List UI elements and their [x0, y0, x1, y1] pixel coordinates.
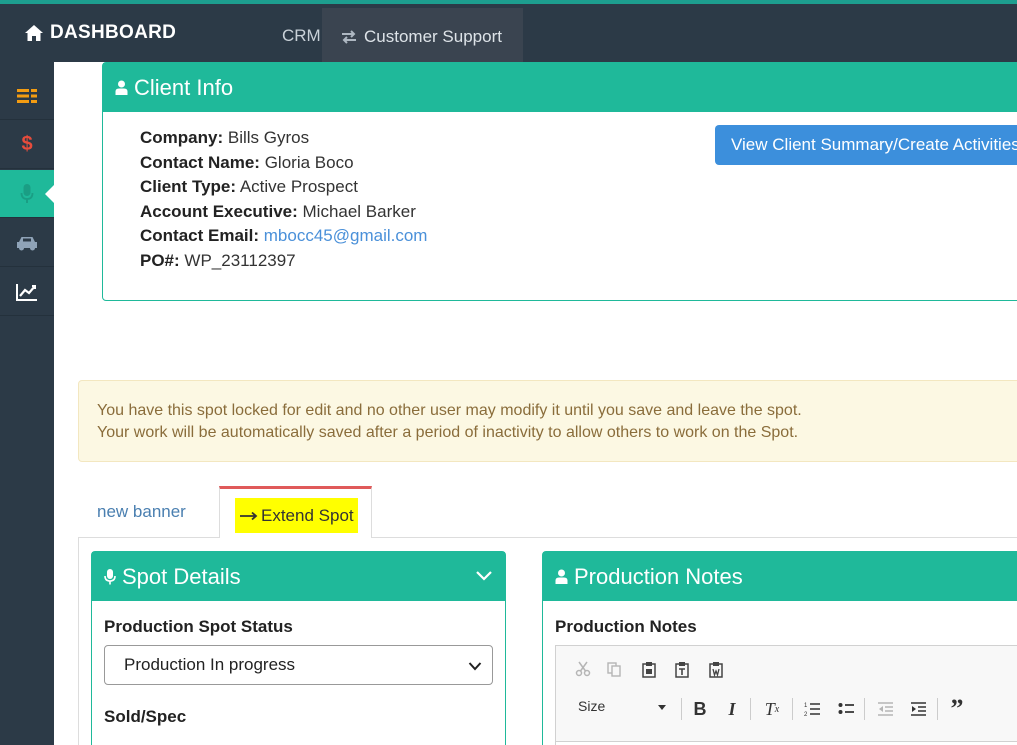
long-arrow-right-icon [240, 511, 258, 520]
sidebar: $ [0, 62, 55, 745]
production-spot-status-label: Production Spot Status [104, 617, 293, 636]
nav-crm[interactable]: CRM [282, 26, 321, 46]
remove-format-icon[interactable]: Tx [761, 698, 783, 720]
client-type-label: Client Type: [140, 177, 237, 197]
dashboard-link[interactable]: DASHBOARD [24, 22, 176, 44]
tab-extend-spot-label: Extend Spot [261, 505, 354, 525]
client-type-value: Active Prospect [239, 177, 358, 197]
account-executive-row: Account Executive: Michael Barker [140, 200, 427, 225]
user-icon [115, 80, 128, 95]
copy-icon[interactable] [603, 658, 625, 680]
po-label: PO#: [140, 250, 180, 270]
top-navbar: DASHBOARD CRM Customer Support [0, 0, 1017, 66]
contact-name-row: Contact Name: Gloria Boco [140, 151, 427, 176]
svg-text:2: 2 [804, 712, 808, 717]
dollar-icon: $ [21, 133, 33, 155]
toolbar-separator [937, 698, 938, 720]
tab-content-border [78, 537, 79, 745]
po-value: WP_23112397 [184, 250, 296, 270]
spot-lock-alert: You have this spot locked for edit and n… [78, 380, 1017, 462]
increase-indent-icon[interactable] [907, 698, 929, 720]
paste-icon[interactable] [638, 658, 660, 680]
svg-text:1: 1 [804, 703, 808, 709]
company-row: Company: Bills Gyros [140, 126, 427, 151]
spot-details-header[interactable]: Spot Details [92, 552, 505, 601]
microphone-icon [104, 568, 116, 584]
sidebar-item-vehicles[interactable] [0, 219, 54, 267]
client-info-title: Client Info [134, 74, 234, 100]
client-info-header: Client Info [103, 63, 1017, 112]
sidebar-item-billing[interactable]: $ [0, 121, 54, 169]
nav-customer-support-label: Customer Support [364, 27, 502, 46]
toolbar-separator [792, 698, 793, 720]
font-size-combo[interactable]: Size [578, 698, 670, 720]
toolbar-separator [864, 698, 865, 720]
bulleted-list-icon[interactable] [835, 698, 857, 720]
nav-customer-support[interactable]: Customer Support [322, 8, 523, 66]
chevron-down-icon[interactable] [475, 567, 493, 585]
toolbar-separator [681, 698, 682, 720]
brand-label: DASHBOARD [50, 22, 177, 43]
decrease-indent-icon[interactable] [874, 698, 896, 720]
production-notes-title: Production Notes [574, 563, 743, 589]
car-icon [17, 236, 37, 250]
exchange-arrows-icon [342, 30, 356, 44]
font-size-label: Size [578, 698, 606, 714]
tab-new-banner[interactable]: new banner [97, 502, 186, 522]
company-label: Company: [140, 128, 224, 147]
italic-icon[interactable]: I [721, 698, 743, 720]
contact-name-value: Gloria Boco [264, 152, 354, 172]
contact-email-label: Contact Email: [140, 226, 260, 246]
blockquote-icon[interactable]: ” [946, 694, 968, 723]
paste-text-icon[interactable] [671, 658, 693, 680]
sidebar-item-reports[interactable] [0, 268, 54, 316]
account-executive-value: Michael Barker [302, 201, 416, 221]
client-details: Company: Bills Gyros Contact Name: Glori… [140, 126, 427, 274]
list-icon [17, 88, 37, 103]
contact-email-row: Contact Email: mbocc45@gmail.com [140, 224, 427, 249]
production-spot-status-select[interactable]: Production In progress [104, 645, 493, 685]
caret-down-icon [658, 705, 666, 710]
sold-spec-label: Sold/Spec [104, 707, 187, 726]
sidebar-item-list[interactable] [0, 72, 54, 120]
client-type-row: Client Type: Active Prospect [140, 175, 427, 200]
contact-name-label: Contact Name: [140, 152, 260, 172]
user-icon [555, 569, 568, 584]
company-value: Bills Gyros [227, 128, 310, 147]
production-spot-status-value: Production In progress [124, 655, 296, 674]
numbered-list-icon[interactable]: 12 [801, 698, 823, 720]
sidebar-item-production[interactable] [0, 170, 55, 218]
spot-details-title: Spot Details [122, 563, 241, 589]
contact-email-link[interactable]: mbocc45@gmail.com [264, 226, 428, 245]
po-row: PO#: WP_23112397 [140, 249, 427, 274]
chevron-down-icon [468, 662, 482, 671]
line-chart-icon [16, 283, 37, 301]
extend-spot-highlight: Extend Spot [235, 498, 358, 533]
client-info-panel: Client Info Company: Bills Gyros Contact… [102, 62, 1017, 301]
cut-icon[interactable] [572, 658, 594, 680]
microphone-icon [20, 183, 34, 203]
home-icon [25, 25, 43, 41]
alert-line-2: Your work will be automatically saved af… [97, 424, 799, 441]
account-executive-label: Account Executive: [140, 201, 298, 221]
tab-extend-spot[interactable]: Extend Spot [219, 486, 372, 538]
production-notes-panel: Production Notes Production Notes Size B… [542, 551, 1017, 745]
production-notes-header: Production Notes [543, 552, 1017, 601]
view-client-summary-button[interactable]: View Client Summary/Create Activities [715, 125, 1017, 165]
bold-icon[interactable]: B [689, 698, 711, 720]
production-notes-label: Production Notes [555, 617, 697, 636]
production-notes-editor[interactable]: Size B I Tx 12 ” [555, 645, 1017, 745]
alert-line-1: You have this spot locked for edit and n… [97, 402, 802, 419]
spot-details-panel: Spot Details Production Spot Status Prod… [91, 551, 506, 745]
toolbar-separator [750, 698, 751, 720]
editor-toolbar [556, 646, 1017, 742]
paste-from-word-icon[interactable] [705, 658, 727, 680]
